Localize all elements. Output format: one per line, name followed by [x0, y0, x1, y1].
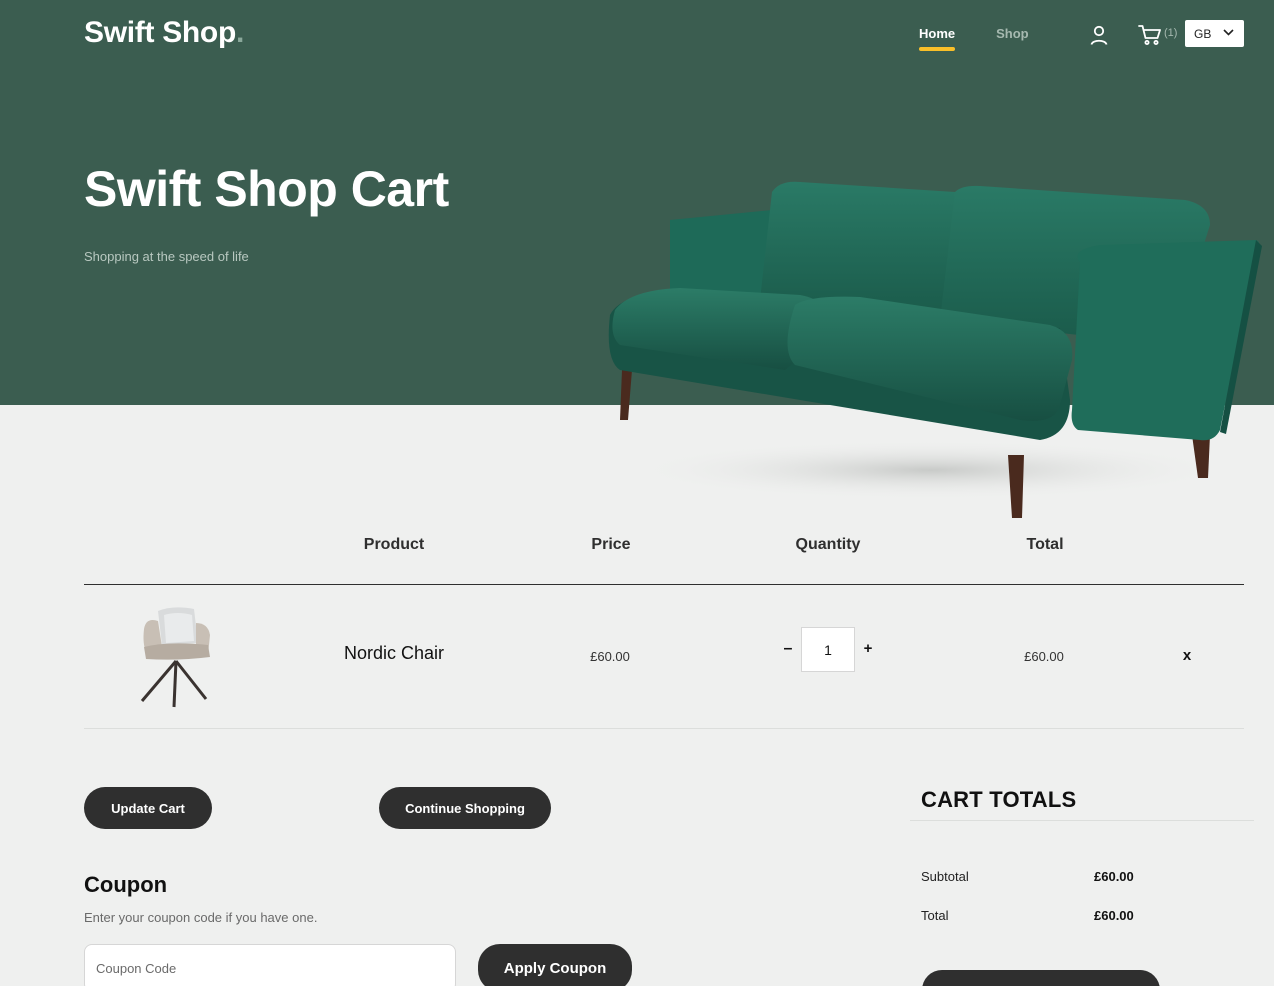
coupon-description: Enter your coupon code if you have one.: [84, 910, 318, 925]
main-nav: Home Shop: [919, 26, 1029, 51]
cart-count-badge: (1): [1164, 27, 1178, 39]
header-total: Total: [1026, 536, 1064, 553]
quantity-increase-button[interactable]: +: [858, 640, 878, 662]
total-label: Total: [921, 908, 949, 923]
quantity-input[interactable]: [801, 627, 855, 672]
chevron-down-icon: [1223, 29, 1234, 36]
continue-shopping-button[interactable]: Continue Shopping: [379, 787, 551, 829]
remove-item-button[interactable]: x: [1176, 647, 1198, 664]
header-price: Price: [591, 536, 631, 553]
proceed-to-checkout-button[interactable]: [922, 970, 1160, 986]
cart-totals-divider: [910, 820, 1254, 821]
subtotal-value: £60.00: [1094, 869, 1134, 884]
user-icon[interactable]: [1088, 24, 1110, 46]
header-product: Product: [363, 536, 425, 553]
subtotal-label: Subtotal: [921, 869, 969, 884]
product-name[interactable]: Nordic Chair: [300, 643, 488, 664]
apply-coupon-button[interactable]: Apply Coupon: [478, 944, 632, 986]
nav-shop[interactable]: Shop: [996, 26, 1029, 51]
brand-name: Swift Shop: [84, 16, 236, 49]
product-line-total: £60.00: [1024, 649, 1064, 664]
product-thumbnail[interactable]: [128, 603, 218, 713]
page-title: Swift Shop Cart: [84, 161, 449, 217]
nav-home[interactable]: Home: [919, 26, 956, 51]
coupon-code-input[interactable]: [84, 944, 456, 986]
language-select[interactable]: GB: [1185, 20, 1244, 47]
sofa-image: [608, 181, 1262, 518]
language-value: GB: [1194, 26, 1212, 41]
cart-totals-title: CART TOTALS: [921, 787, 1077, 812]
cart-icon[interactable]: [1138, 24, 1162, 46]
table-header-divider: [84, 584, 1244, 585]
brand-logo[interactable]: Swift Shop.: [84, 16, 244, 50]
table-row-divider: [84, 728, 1244, 729]
quantity-decrease-button[interactable]: –: [778, 640, 798, 662]
update-cart-button[interactable]: Update Cart: [84, 787, 212, 829]
brand-dot: .: [235, 16, 245, 49]
header-quantity: Quantity: [795, 536, 861, 553]
coupon-title: Coupon: [84, 872, 168, 897]
total-value: £60.00: [1094, 908, 1134, 923]
page-subtitle: Shopping at the speed of life: [84, 249, 249, 264]
product-price: £60.00: [590, 649, 630, 664]
